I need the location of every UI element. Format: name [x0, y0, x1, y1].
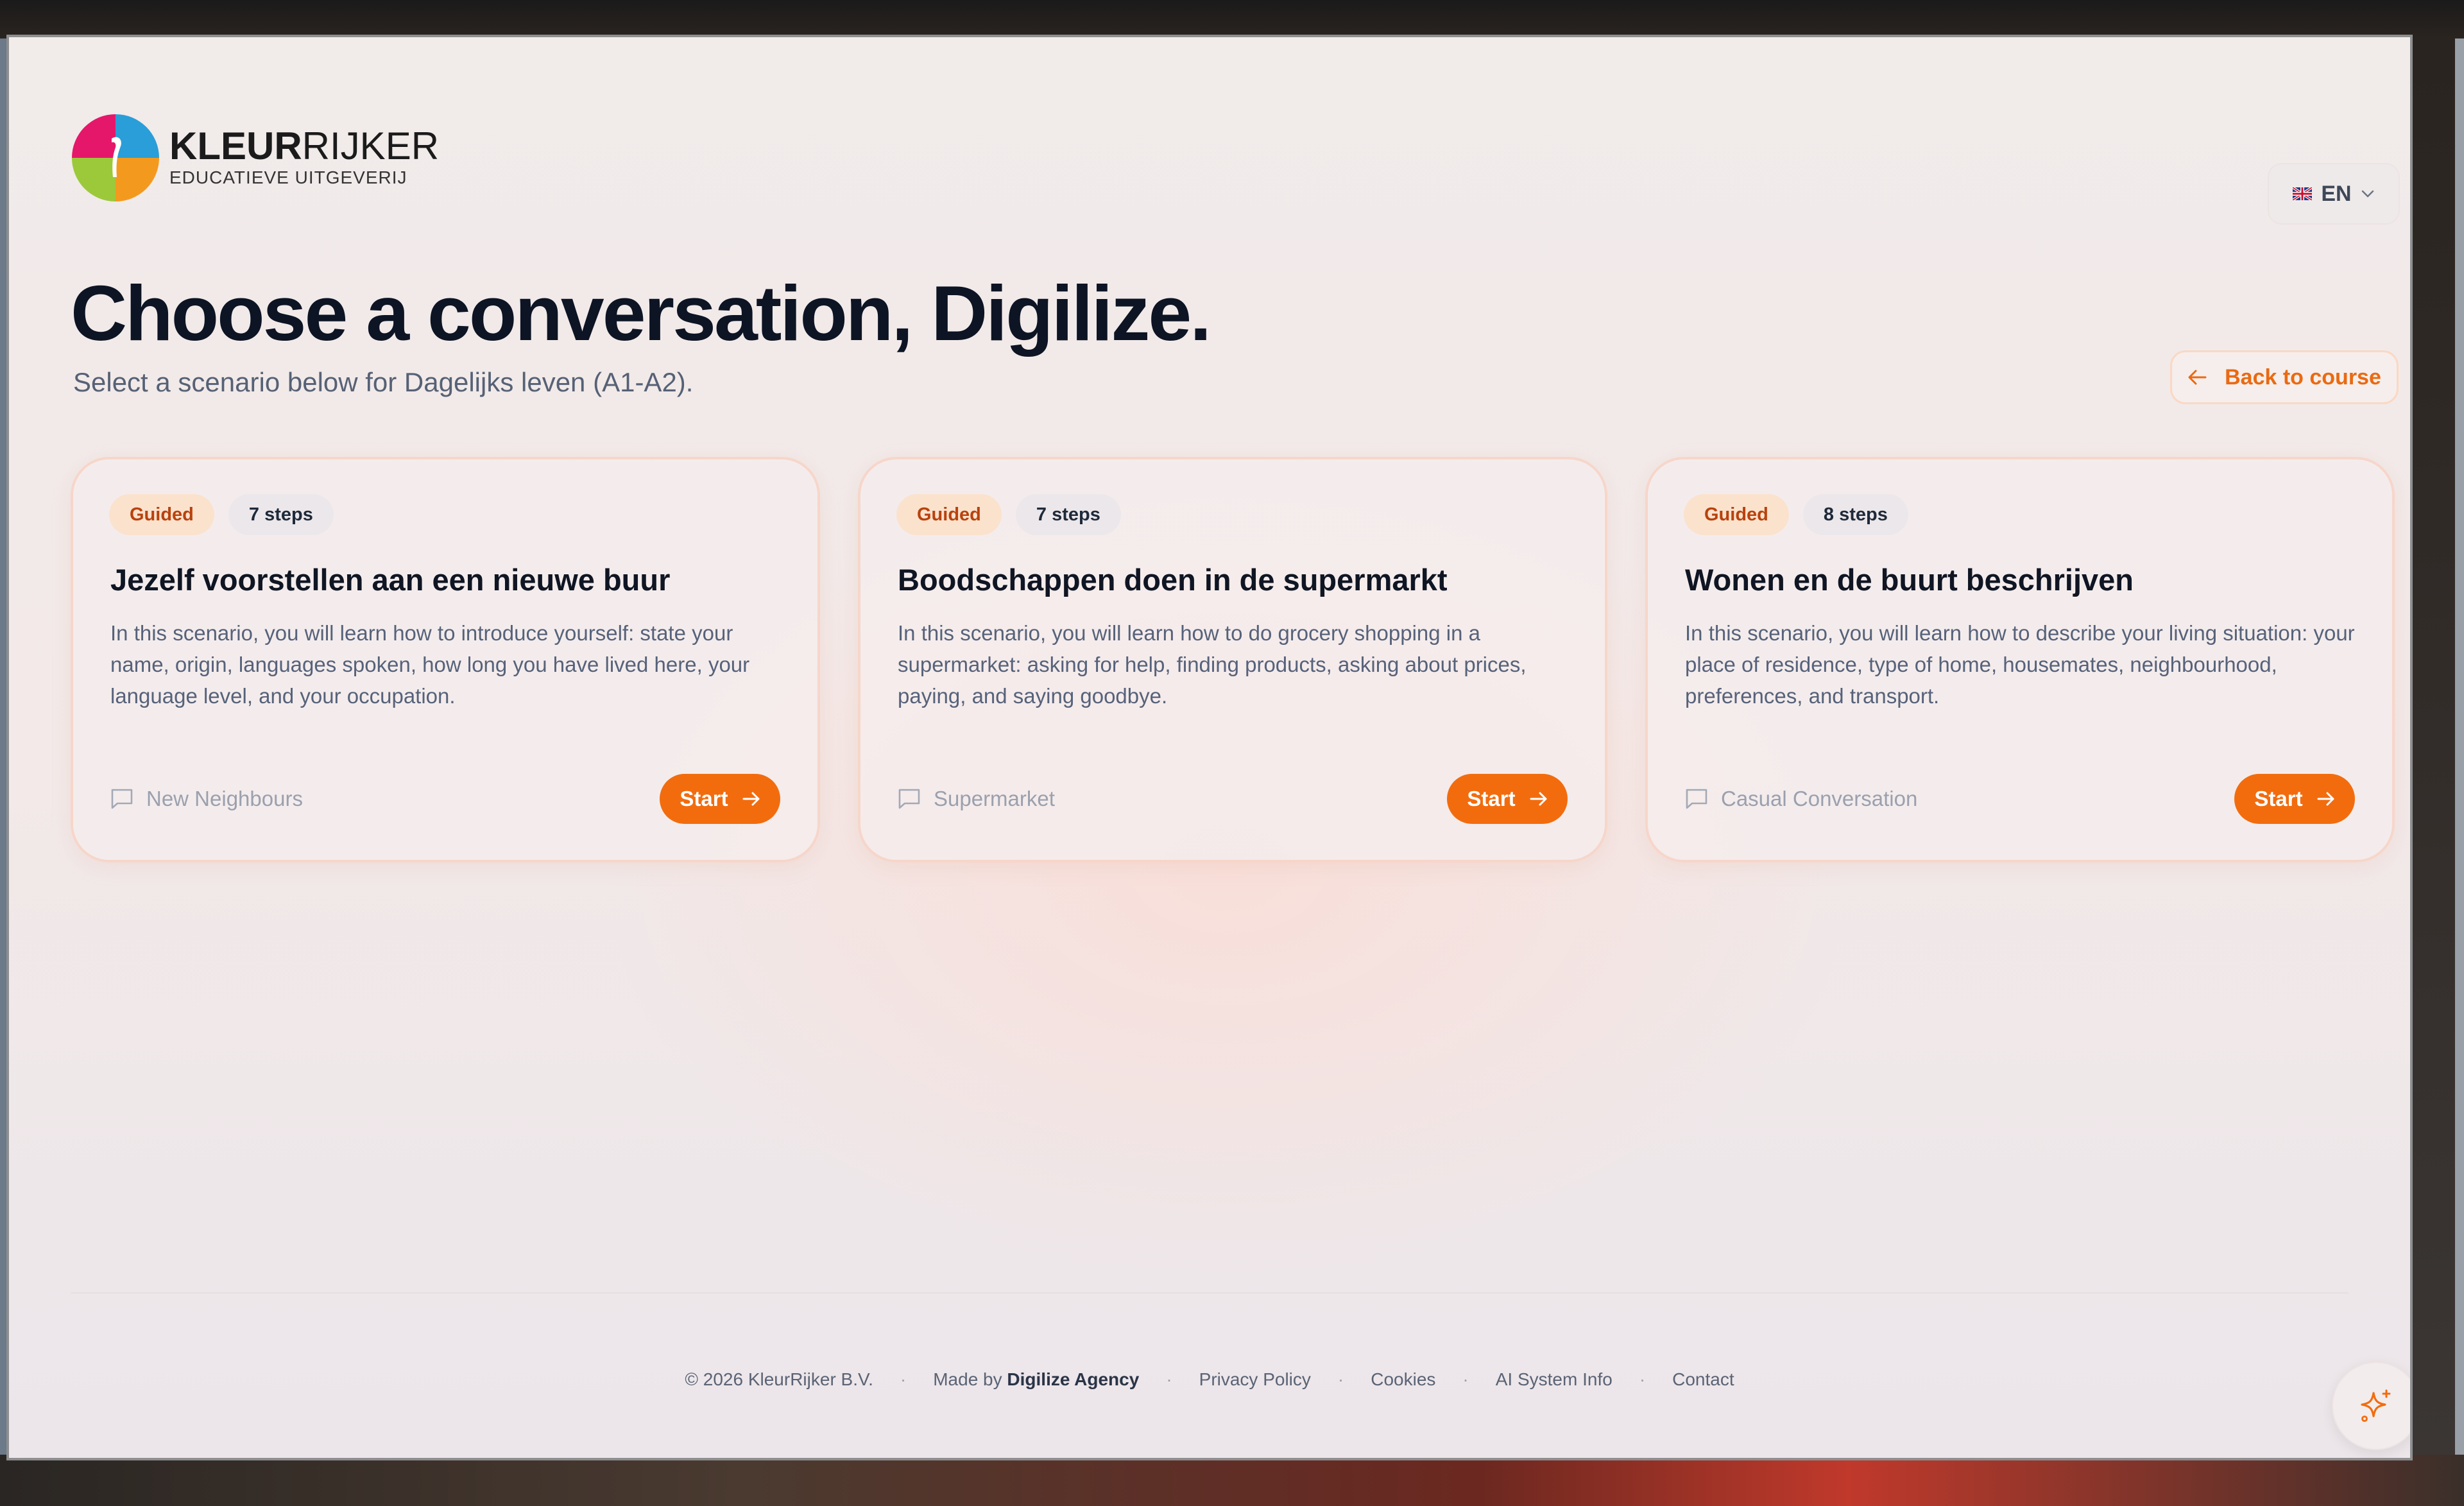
- language-selector[interactable]: EN: [2268, 163, 2400, 225]
- start-label: Start: [2254, 787, 2303, 810]
- page-title: Choose a conversation, Digilize.: [71, 270, 1211, 357]
- chevron-down-icon: [2361, 190, 2374, 198]
- arrow-right-icon: [1530, 792, 1547, 806]
- ai-assistant-button[interactable]: [2332, 1362, 2410, 1450]
- footer-separator: ·: [1166, 1369, 1172, 1389]
- scenario-category-label: New Neighbours: [146, 787, 303, 810]
- page-subtitle: Select a scenario below for Dagelijks le…: [73, 367, 694, 397]
- back-to-course-label: Back to course: [2225, 364, 2381, 389]
- steps-badge: 7 steps: [1015, 494, 1121, 535]
- scenario-description: In this scenario, you will learn how to …: [110, 621, 750, 708]
- footer-made-by[interactable]: Made by Digilize Agency: [933, 1369, 1139, 1390]
- mode-badge: Guided: [109, 494, 214, 535]
- footer-contact-link[interactable]: Contact: [1672, 1369, 1734, 1390]
- scenario-card[interactable]: Guided 8 steps Wonen en de buurt beschri…: [1645, 457, 2395, 862]
- scenario-category: Supermarket: [898, 787, 1055, 811]
- brand-name: KLEURRIJKER: [169, 124, 440, 167]
- scenario-title: Jezelf voorstellen aan een nieuwe buur: [110, 563, 671, 597]
- footer-divider: [71, 1292, 2348, 1294]
- desktop-backdrop-bottom: [0, 1455, 2464, 1506]
- scenario-description: In this scenario, you will learn how to …: [1685, 621, 2355, 708]
- browser-window: KLEURRIJKER EDUCATIEVE UITGEVERIJ EN Cho…: [6, 35, 2413, 1460]
- start-button[interactable]: Start: [660, 774, 780, 824]
- scenario-title: Boodschappen doen in de supermarkt: [898, 563, 1448, 597]
- language-code: EN: [2321, 181, 2352, 206]
- chat-bubble-icon: [898, 789, 920, 809]
- steps-badge: 7 steps: [228, 494, 334, 535]
- start-button[interactable]: Start: [1447, 774, 1568, 824]
- footer-ai-info-link[interactable]: AI System Info: [1496, 1369, 1613, 1390]
- chat-bubble-icon: [1686, 789, 1707, 809]
- footer-copyright: © 2026 KleurRijker B.V.: [685, 1369, 873, 1389]
- brand-tagline: EDUCATIEVE UITGEVERIJ: [169, 167, 407, 187]
- footer-separator: ·: [1639, 1369, 1646, 1389]
- scenario-category-label: Supermarket: [934, 787, 1055, 810]
- brand-logo[interactable]: KLEURRIJKER EDUCATIEVE UITGEVERIJ: [71, 113, 439, 203]
- start-label: Start: [1467, 787, 1516, 810]
- steps-badge: 8 steps: [1802, 494, 1908, 535]
- scenario-description: In this scenario, you will learn how to …: [898, 621, 1527, 708]
- uk-flag-icon: [2293, 187, 2313, 200]
- footer-privacy-link[interactable]: Privacy Policy: [1199, 1369, 1311, 1390]
- mode-badge: Guided: [1684, 494, 1789, 535]
- footer-cookies-link[interactable]: Cookies: [1371, 1369, 1435, 1390]
- mode-badge: Guided: [896, 494, 1002, 535]
- start-label: Start: [680, 787, 728, 810]
- scenario-title: Wonen en de buurt beschrijven: [1685, 563, 2134, 597]
- kleurrijker-logo-icon: [72, 114, 159, 201]
- footer-separator: ·: [900, 1369, 907, 1389]
- desktop-backdrop-right: [2455, 39, 2464, 1455]
- chat-bubble-icon: [111, 789, 133, 809]
- footer-separator: ·: [1337, 1369, 1344, 1389]
- arrow-right-icon: [742, 792, 760, 806]
- sparkles-icon: [2361, 1389, 2391, 1422]
- arrow-left-icon: [2188, 370, 2207, 385]
- back-to-course-button[interactable]: Back to course: [2170, 350, 2399, 404]
- footer-separator: ·: [1462, 1369, 1469, 1389]
- scenario-category: New Neighbours: [110, 787, 303, 811]
- scenario-category: Casual Conversation: [1685, 787, 1917, 811]
- footer: © 2026 KleurRijker B.V. · Made by Digili…: [9, 1369, 2410, 1390]
- scenario-category-label: Casual Conversation: [1721, 787, 1918, 810]
- scenario-card[interactable]: Guided 7 steps Jezelf voorstellen aan ee…: [71, 457, 820, 862]
- scenario-card[interactable]: Guided 7 steps Boodschappen doen in de s…: [858, 457, 1607, 862]
- start-button[interactable]: Start: [2234, 774, 2355, 824]
- arrow-right-icon: [2317, 792, 2334, 806]
